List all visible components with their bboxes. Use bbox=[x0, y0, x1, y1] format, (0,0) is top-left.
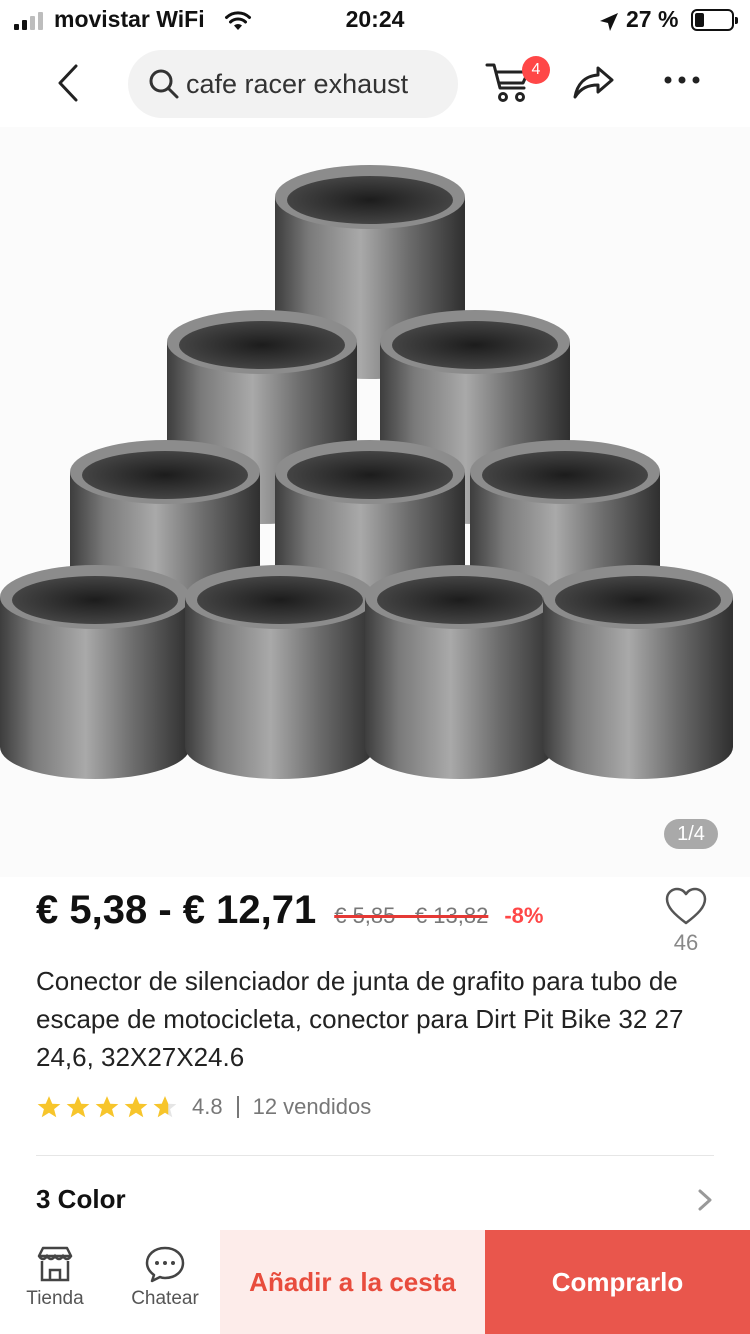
graphite-ring-hole bbox=[82, 451, 248, 499]
rating-score: 4.8 bbox=[192, 1094, 223, 1119]
add-to-cart-button[interactable]: Añadir a la cesta bbox=[220, 1230, 485, 1334]
graphite-ring-hole bbox=[392, 321, 558, 369]
product-title: Conector de silenciador de junta de graf… bbox=[36, 966, 684, 1072]
search-bar[interactable]: cafe racer exhaust bbox=[128, 50, 458, 118]
battery-percent: 27 % bbox=[626, 6, 679, 32]
color-selector[interactable]: 3 Color bbox=[36, 1170, 714, 1230]
graphite-ring-hole bbox=[179, 321, 345, 369]
chat-icon bbox=[145, 1246, 185, 1283]
buy-now-button[interactable]: Comprarlo bbox=[485, 1230, 750, 1334]
store-tab-label: Tienda bbox=[26, 1288, 84, 1309]
price-range: € 5,38 - € 12,71 bbox=[36, 888, 317, 932]
top-nav: cafe racer exhaust 4 bbox=[0, 48, 750, 120]
graphite-ring-hole bbox=[12, 576, 178, 624]
star-half-icon bbox=[153, 1096, 177, 1118]
chat-tab-label: Chatear bbox=[131, 1288, 199, 1309]
wishlist-button[interactable]: 46 bbox=[662, 886, 710, 966]
heart-icon bbox=[665, 887, 707, 925]
image-counter: 1/4 bbox=[664, 819, 718, 849]
store-tab[interactable]: Tienda bbox=[10, 1244, 100, 1310]
graphite-ring-hole bbox=[197, 576, 363, 624]
graphite-ring-hole bbox=[555, 576, 721, 624]
star-icon bbox=[66, 1096, 90, 1118]
star-icon bbox=[124, 1096, 148, 1118]
star-icon bbox=[95, 1096, 119, 1118]
star-icon bbox=[37, 1096, 61, 1118]
store-icon bbox=[37, 1246, 73, 1282]
graphite-ring-hole bbox=[287, 451, 453, 499]
graphite-ring-hole bbox=[287, 176, 453, 224]
discount-badge: -8% bbox=[504, 903, 544, 928]
back-arrow-icon[interactable] bbox=[48, 62, 90, 104]
search-query: cafe racer exhaust bbox=[186, 68, 409, 99]
sold-count: 12 vendidos bbox=[252, 1094, 372, 1119]
bottom-action-bar: Tienda Chatear Añadir a la cesta Comprar… bbox=[0, 1230, 750, 1334]
rating-separator bbox=[236, 1096, 239, 1118]
battery-icon bbox=[691, 9, 738, 31]
share-icon[interactable] bbox=[570, 62, 616, 102]
chevron-right-icon bbox=[698, 1189, 712, 1211]
product-photo bbox=[0, 165, 733, 779]
status-bar: movistar WiFi 20:24 27 % bbox=[0, 0, 750, 42]
section-divider bbox=[36, 1155, 714, 1156]
more-icon[interactable] bbox=[660, 70, 704, 90]
wishlist-count: 46 bbox=[673, 930, 699, 955]
graphite-ring-hole bbox=[482, 451, 648, 499]
cart-count-badge: 4 bbox=[522, 56, 550, 84]
product-image-gallery[interactable]: 1/4 bbox=[0, 127, 750, 877]
rating-stars bbox=[36, 1094, 178, 1120]
color-option-label: 3 Color bbox=[36, 1184, 126, 1214]
chat-tab[interactable]: Chatear bbox=[120, 1244, 210, 1310]
price-row: € 5,38 - € 12,71 € 5,85 - € 13,82 -8% bbox=[36, 888, 676, 948]
search-icon bbox=[149, 69, 179, 99]
graphite-ring-hole bbox=[377, 576, 543, 624]
original-price: € 5,85 - € 13,82 bbox=[334, 903, 489, 928]
location-arrow-icon bbox=[600, 13, 618, 31]
rating-row[interactable]: 4.8 12 vendidos bbox=[36, 1090, 371, 1124]
